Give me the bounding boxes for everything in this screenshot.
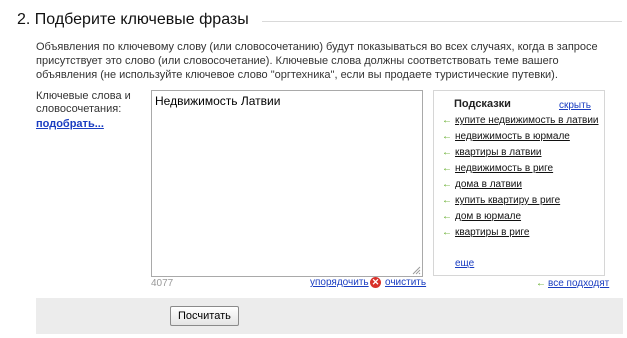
- arrow-left-icon: ←: [442, 195, 452, 206]
- sort-keywords-link[interactable]: упорядочить: [310, 277, 369, 288]
- hint-item[interactable]: ← квартиры в риге: [442, 227, 600, 239]
- close-circle-icon[interactable]: ✕: [370, 277, 381, 288]
- arrow-left-icon: ←: [442, 131, 452, 142]
- more-hints-link[interactable]: еще: [455, 258, 474, 269]
- pick-keywords-link[interactable]: подобрать...: [36, 118, 104, 130]
- hint-item[interactable]: ← дом в юрмале: [442, 211, 600, 223]
- hide-hints-link[interactable]: скрыть: [559, 100, 591, 111]
- hint-label[interactable]: дом в юрмале: [455, 211, 521, 222]
- hint-label[interactable]: квартиры в риге: [455, 227, 529, 238]
- arrow-left-icon: ←: [442, 227, 452, 238]
- arrow-left-icon: ←: [442, 211, 452, 222]
- arrow-left-icon: ←: [442, 115, 452, 126]
- hint-label[interactable]: дома в латвии: [455, 179, 522, 190]
- hint-label[interactable]: недвижимость в юрмале: [455, 131, 570, 142]
- section-description: Объявления по ключевому слову (или слово…: [36, 41, 598, 81]
- hint-item[interactable]: ← купите недвижимость в латвии: [442, 115, 600, 127]
- hints-title: Подсказки: [454, 98, 511, 110]
- arrow-left-icon: ←: [442, 163, 452, 174]
- title-divider: [262, 21, 622, 22]
- resize-grip-icon[interactable]: [411, 265, 421, 275]
- arrow-left-icon: ←: [442, 179, 452, 190]
- clear-keywords-link[interactable]: очистить: [385, 277, 426, 288]
- arrow-left-icon: ←: [536, 278, 546, 289]
- hint-item[interactable]: ← недвижимость в юрмале: [442, 131, 600, 143]
- hint-item[interactable]: ← купить квартиру в риге: [442, 195, 600, 207]
- hint-label[interactable]: квартиры в латвии: [455, 147, 542, 158]
- keywords-textarea[interactable]: Недвижимость Латвии: [151, 90, 423, 277]
- add-all-hints-link[interactable]: все подходят: [548, 278, 609, 289]
- hint-item[interactable]: ← квартиры в латвии: [442, 147, 600, 159]
- hint-item[interactable]: ← недвижимость в риге: [442, 163, 600, 175]
- hint-label[interactable]: купите недвижимость в латвии: [455, 115, 599, 126]
- hint-label[interactable]: недвижимость в риге: [455, 163, 553, 174]
- footer-bar: Посчитать: [36, 298, 623, 334]
- hints-panel: Подсказки скрыть ← купите недвижимость в …: [433, 90, 605, 276]
- section-title: 2. Подберите ключевые фразы: [17, 11, 249, 28]
- hint-label[interactable]: купить квартиру в риге: [455, 195, 560, 206]
- keywords-label: Ключевые слова и словосочетания:: [36, 90, 131, 115]
- chars-left-counter: 4077: [151, 278, 174, 289]
- calculate-button[interactable]: Посчитать: [170, 306, 239, 326]
- arrow-left-icon: ←: [442, 147, 452, 158]
- hint-list: ← купите недвижимость в латвии ← недвижимо…: [442, 115, 600, 243]
- hint-item[interactable]: ← дома в латвии: [442, 179, 600, 191]
